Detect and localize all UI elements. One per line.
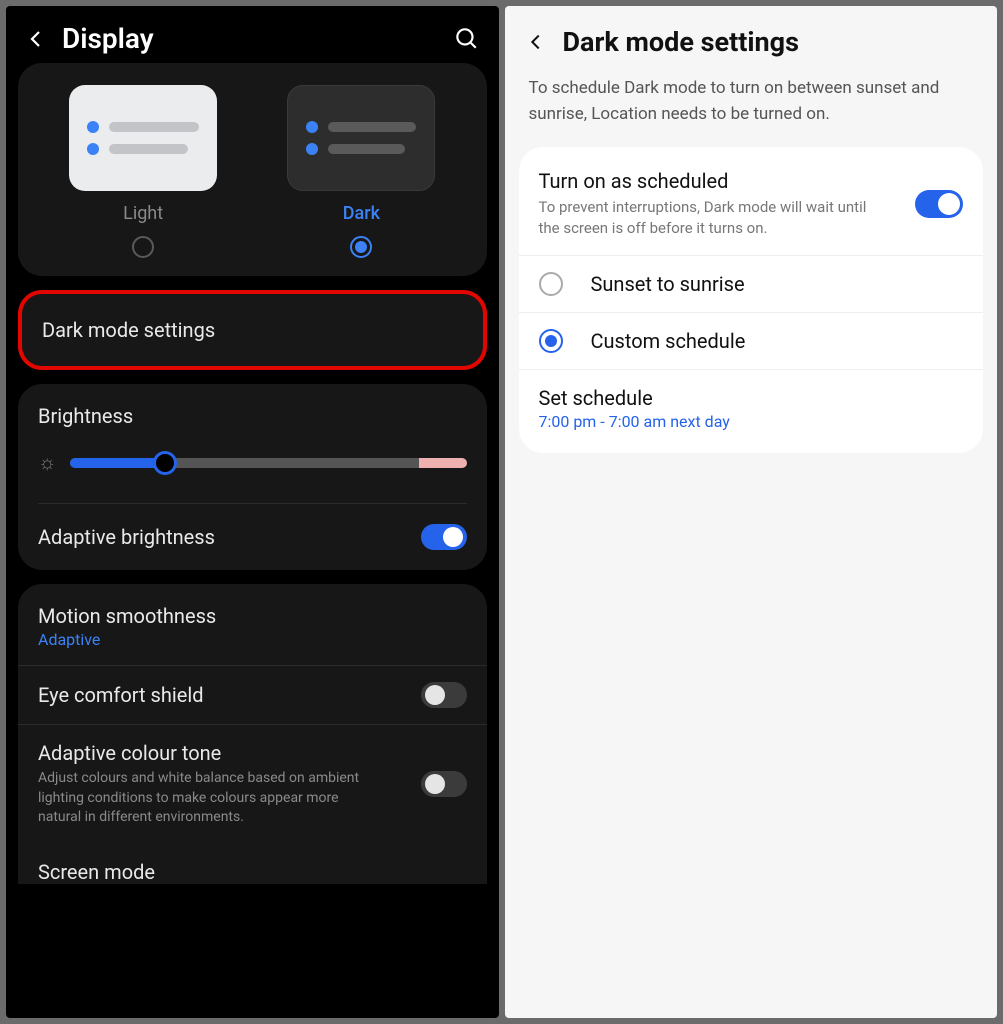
search-icon[interactable] xyxy=(453,25,481,53)
brightness-title: Brightness xyxy=(38,404,467,428)
back-icon[interactable] xyxy=(525,31,547,53)
dark-theme-preview xyxy=(287,85,435,191)
motion-value: Adaptive xyxy=(38,630,216,649)
radio-checked-icon xyxy=(350,236,372,258)
scheduled-desc: To prevent interruptions, Dark mode will… xyxy=(539,197,869,239)
adaptive-colour-title: Adaptive colour tone xyxy=(38,741,368,765)
page-title: Dark mode settings xyxy=(563,26,799,58)
light-theme-preview xyxy=(69,85,217,191)
adaptive-brightness-label: Adaptive brightness xyxy=(38,525,215,549)
schedule-card: Turn on as scheduled To prevent interrup… xyxy=(519,147,984,453)
sunset-label: Sunset to sunrise xyxy=(591,272,745,296)
dark-mode-settings-label: Dark mode settings xyxy=(42,318,463,342)
set-schedule-value: 7:00 pm - 7:00 am next day xyxy=(539,412,964,431)
dark-mode-settings-screen: Dark mode settings To schedule Dark mode… xyxy=(505,6,998,1018)
dark-label: Dark xyxy=(343,203,380,224)
eye-comfort-item[interactable]: Eye comfort shield xyxy=(18,665,487,724)
brightness-slider[interactable] xyxy=(70,458,466,468)
display-options-card: Motion smoothness Adaptive Eye comfort s… xyxy=(18,584,487,884)
theme-picker-card: Light Dark xyxy=(18,63,487,276)
scheduled-title: Turn on as scheduled xyxy=(539,169,916,193)
scheduled-toggle[interactable] xyxy=(915,190,963,218)
custom-schedule-option[interactable]: Custom schedule xyxy=(519,312,984,369)
adaptive-brightness-toggle[interactable] xyxy=(421,524,467,550)
theme-option-light[interactable]: Light xyxy=(45,85,241,258)
custom-label: Custom schedule xyxy=(591,329,746,353)
page-title: Display xyxy=(62,22,453,55)
radio-unchecked-icon xyxy=(539,272,563,296)
screen-mode-item[interactable]: Screen mode xyxy=(18,844,487,884)
radio-checked-icon xyxy=(539,329,563,353)
set-schedule-item[interactable]: Set schedule 7:00 pm - 7:00 am next day xyxy=(519,369,984,447)
set-schedule-title: Set schedule xyxy=(539,386,964,410)
brightness-card: Brightness ☼ Adaptive brightness xyxy=(18,384,487,570)
radio-unchecked-icon xyxy=(132,236,154,258)
theme-option-dark[interactable]: Dark xyxy=(263,85,459,258)
adaptive-brightness-row[interactable]: Adaptive brightness xyxy=(38,503,467,550)
eye-comfort-toggle[interactable] xyxy=(421,682,467,708)
display-settings-screen: Display Light xyxy=(6,6,499,1018)
page-subtitle: To schedule Dark mode to turn on between… xyxy=(505,66,998,147)
light-label: Light xyxy=(123,203,163,224)
back-icon[interactable] xyxy=(24,23,56,55)
turn-on-scheduled-item[interactable]: Turn on as scheduled To prevent interrup… xyxy=(519,153,984,255)
right-header: Dark mode settings xyxy=(505,6,998,66)
adaptive-colour-toggle[interactable] xyxy=(421,771,467,797)
brightness-icon: ☼ xyxy=(38,450,56,475)
adaptive-colour-desc: Adjust colours and white balance based o… xyxy=(38,769,368,828)
sunset-sunrise-option[interactable]: Sunset to sunrise xyxy=(519,255,984,312)
dark-mode-settings-item[interactable]: Dark mode settings xyxy=(18,290,487,370)
eye-comfort-label: Eye comfort shield xyxy=(38,683,204,707)
slider-thumb xyxy=(153,451,177,475)
left-header: Display xyxy=(6,6,499,63)
adaptive-colour-item[interactable]: Adaptive colour tone Adjust colours and … xyxy=(18,724,487,844)
motion-title: Motion smoothness xyxy=(38,604,216,628)
motion-smoothness-item[interactable]: Motion smoothness Adaptive xyxy=(18,588,487,665)
